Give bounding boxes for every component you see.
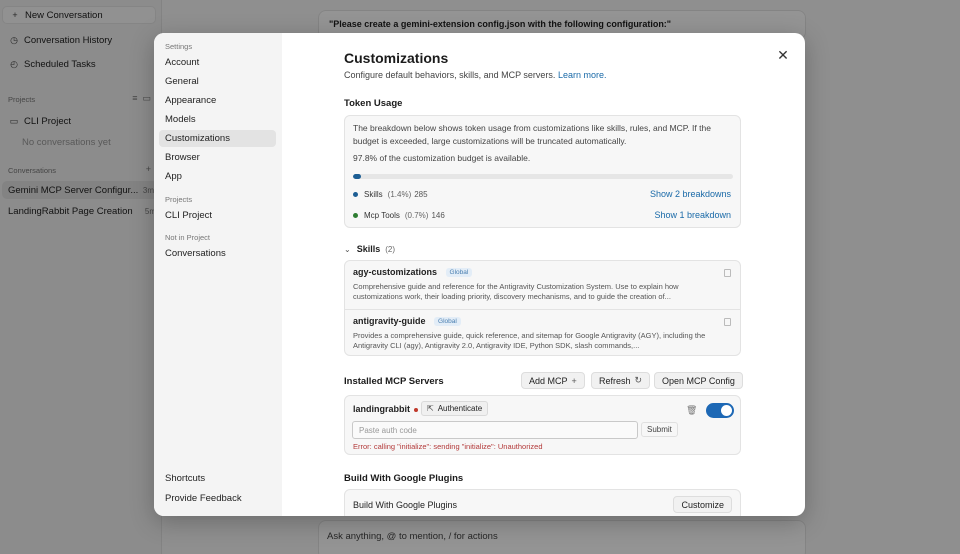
settings-modal: Settings Account General Appearance Mode… <box>154 33 805 516</box>
settings-heading: Settings <box>165 42 193 51</box>
skills-count: (2) <box>385 244 395 254</box>
chevron-down-icon: ⌄ <box>344 244 351 254</box>
nav-projects-heading: Projects <box>165 195 193 204</box>
add-mcp-button[interactable]: Add MCP + <box>521 372 585 389</box>
authenticate-button[interactable]: ⇱ Authenticate <box>421 401 489 416</box>
nav-item-cli-project[interactable]: CLI Project <box>159 207 276 224</box>
skill-description: Comprehensive guide and reference for th… <box>353 282 679 301</box>
mcp-enabled-toggle[interactable] <box>706 403 734 418</box>
page-title: Customizations <box>344 50 449 66</box>
nav-item-general[interactable]: General <box>159 73 276 90</box>
plugins-heading: Build With Google Plugins <box>344 473 464 484</box>
nav-item-conversations[interactable]: Conversations <box>159 245 276 262</box>
add-mcp-label: Add MCP <box>529 375 568 386</box>
token-row-count: 146 <box>431 210 445 220</box>
skill-name: antigravity-guide <box>353 316 426 326</box>
skills-heading: Skills <box>356 244 381 254</box>
customizations-panel: ✕ Customizations Configure default behav… <box>282 33 805 516</box>
skill-item[interactable]: antigravity-guide Global Provides a comp… <box>345 309 740 357</box>
skill-item[interactable]: agy-customizations Global Comprehensive … <box>345 261 740 309</box>
subtitle-text: Configure default behaviors, skills, and… <box>344 70 556 80</box>
show-breakdowns-link[interactable]: Show 2 breakdowns <box>650 189 731 199</box>
token-row-name: Mcp Tools <box>364 210 400 220</box>
scope-badge: Global <box>445 268 473 277</box>
scope-badge: Global <box>434 317 461 326</box>
copy-icon[interactable] <box>724 269 731 277</box>
nav-item-models[interactable]: Models <box>159 111 276 128</box>
submit-button[interactable]: Submit <box>641 422 678 437</box>
mcp-server-card: landingrabbit ⇱ Authenticate 🗑 Submit Er… <box>344 395 741 455</box>
skill-name: agy-customizations <box>353 267 438 277</box>
nav-item-app[interactable]: App <box>159 168 276 185</box>
skills-section-toggle[interactable]: ⌄ Skills (2) <box>344 244 395 254</box>
token-usage-heading: Token Usage <box>344 98 403 109</box>
page-subtitle: Configure default behaviors, skills, and… <box>344 70 606 80</box>
plugins-card: Build With Google Plugins Customize <box>344 489 741 516</box>
external-link-icon: ⇱ <box>427 404 434 413</box>
nav-item-browser[interactable]: Browser <box>159 149 276 166</box>
token-usage-description: The breakdown below shows token usage fr… <box>353 123 711 146</box>
nav-item-feedback[interactable]: Provide Feedback <box>159 490 276 507</box>
token-row-name: Skills <box>364 189 383 199</box>
trash-icon[interactable]: 🗑 <box>686 405 697 416</box>
budget-available-text: 97.8% of the customization budget is ava… <box>353 153 531 163</box>
skills-list: agy-customizations Global Comprehensive … <box>344 260 741 356</box>
refresh-label: Refresh <box>599 375 631 386</box>
open-config-label: Open MCP Config <box>662 375 735 386</box>
auth-code-input[interactable] <box>352 421 638 439</box>
token-row-count: 285 <box>414 189 428 199</box>
open-mcp-config-button[interactable]: Open MCP Config <box>654 372 743 389</box>
token-row-pct: (0.7%) <box>404 210 429 220</box>
customize-button[interactable]: Customize <box>673 496 732 513</box>
mcp-server-name: landingrabbit <box>353 404 410 414</box>
nav-item-shortcuts[interactable]: Shortcuts <box>159 470 276 487</box>
settings-nav: Settings Account General Appearance Mode… <box>154 33 282 516</box>
refresh-icon: ↻ <box>634 375 643 385</box>
close-icon[interactable]: ✕ <box>775 47 791 63</box>
learn-more-link[interactable]: Learn more. <box>558 70 607 80</box>
error-message: Error: calling "initialize": sending "in… <box>353 442 543 451</box>
token-row-skills: Skills (1.4%) 285 Show 2 breakdowns <box>353 187 731 201</box>
refresh-button[interactable]: Refresh ↻ <box>591 372 651 389</box>
budget-progress-bar <box>353 174 733 179</box>
nav-not-in-project-heading: Not in Project <box>165 233 211 242</box>
error-status-dot <box>414 408 418 412</box>
plugins-row-label: Build With Google Plugins <box>353 500 458 510</box>
token-usage-card: The breakdown below shows token usage fr… <box>344 115 741 228</box>
nav-item-appearance[interactable]: Appearance <box>159 92 276 109</box>
copy-icon[interactable] <box>724 318 731 326</box>
skills-dot-icon <box>353 191 358 197</box>
mcp-tools-dot-icon <box>353 212 358 218</box>
authenticate-label: Authenticate <box>437 404 483 413</box>
nav-item-account[interactable]: Account <box>159 54 276 71</box>
nav-item-customizations[interactable]: Customizations <box>159 130 276 147</box>
token-row-mcp-tools: Mcp Tools (0.7%) 146 Show 1 breakdown <box>353 208 731 222</box>
skill-description: Provides a comprehensive guide, quick re… <box>353 331 706 350</box>
budget-progress-fill <box>353 174 362 179</box>
customize-label: Customize <box>681 499 724 510</box>
mcp-servers-heading: Installed MCP Servers <box>344 376 444 387</box>
plus-icon: + <box>571 375 577 386</box>
toggle-knob <box>721 405 732 416</box>
show-breakdown-link[interactable]: Show 1 breakdown <box>654 210 731 220</box>
token-row-pct: (1.4%) <box>387 189 412 199</box>
